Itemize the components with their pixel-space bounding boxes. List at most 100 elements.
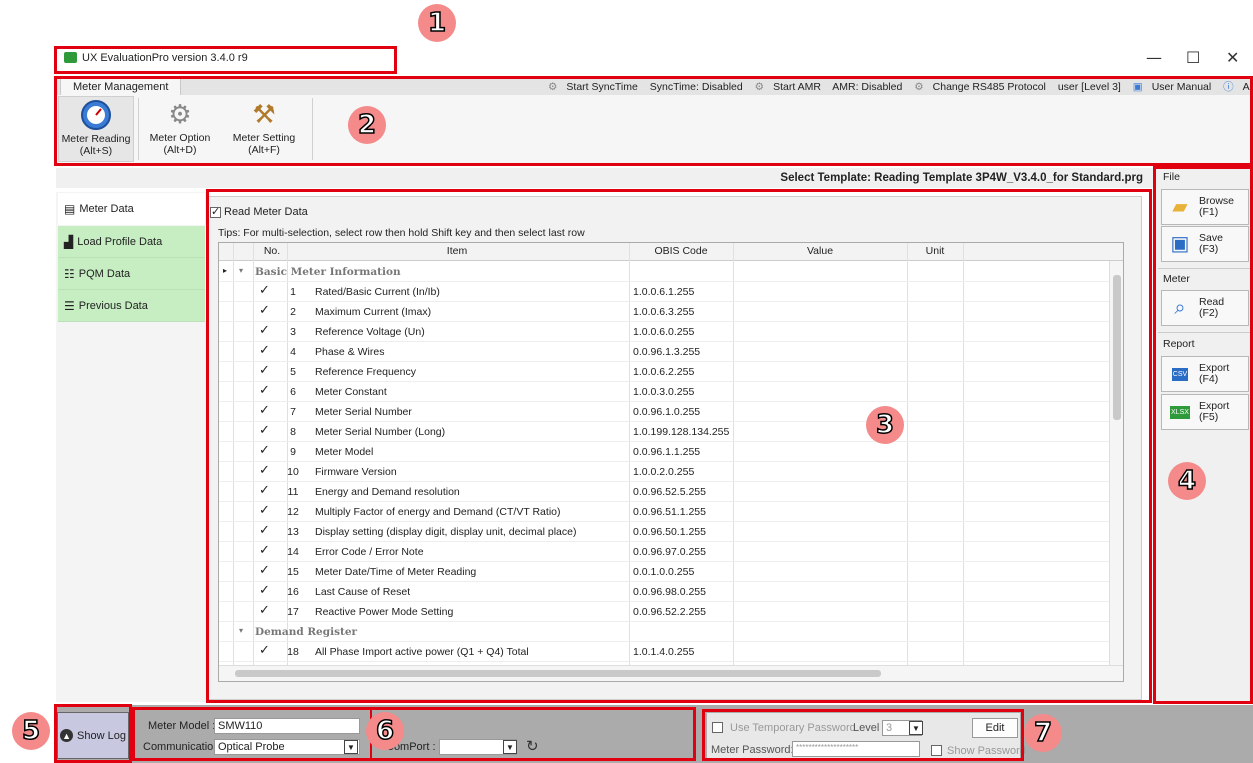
row-checkbox[interactable]: ✓ xyxy=(259,643,270,658)
table-row[interactable]: ✓ 15 Meter Date/Time of Meter Reading 0.0.1… xyxy=(219,562,1123,582)
row-item: Phase & Wires xyxy=(315,346,385,358)
row-item: Meter Serial Number xyxy=(315,406,412,418)
use-temp-password-checkbox[interactable] xyxy=(712,722,726,736)
refresh-icon[interactable]: ↻ xyxy=(526,737,539,755)
col-header-value[interactable]: Value xyxy=(733,245,907,257)
change-rs485-button[interactable]: Change RS485 Protocol xyxy=(933,81,1046,93)
col-header-obis[interactable]: OBIS Code xyxy=(629,245,733,257)
chevron-down-icon[interactable]: ▼ xyxy=(909,721,923,735)
vertical-scroll-thumb[interactable] xyxy=(1113,275,1121,420)
horizontal-scroll-thumb[interactable] xyxy=(235,670,881,677)
row-number: 12 xyxy=(287,506,299,518)
meter-setting-button[interactable]: ⚒ Meter Setting (Alt+F) xyxy=(226,96,302,162)
meter-reading-button[interactable]: Meter Reading (Alt+S) xyxy=(58,96,134,162)
horizontal-scrollbar[interactable] xyxy=(219,665,1123,681)
table-row[interactable]: ✓ 14 Error Code / Error Note 0.0.96.97.0.25… xyxy=(219,542,1123,562)
nav-item-meter-data[interactable]: ▤ Meter Data xyxy=(58,193,205,225)
export-xlsx-button[interactable]: XLSX Export (F5) xyxy=(1161,394,1249,430)
collapse-icon[interactable]: ▾ xyxy=(239,626,243,635)
chevron-down-icon[interactable]: ▼ xyxy=(503,740,517,754)
save-button[interactable]: ▣ Save (F3) xyxy=(1161,226,1249,262)
read-meter-data-checkbox[interactable] xyxy=(210,205,221,218)
table-row[interactable]: ✓ 13 Display setting (display digit, displ… xyxy=(219,522,1123,542)
group-row[interactable]: ▸ ▾ Basic Meter Information xyxy=(219,262,1123,282)
table-row[interactable]: ✓ 3 Reference Voltage (Un) 1.0.0.6.0.255 xyxy=(219,322,1123,342)
col-header-item[interactable]: Item xyxy=(287,245,627,257)
row-checkbox[interactable]: ✓ xyxy=(259,463,270,478)
read-button[interactable]: ⌕ Read (F2) xyxy=(1161,290,1249,326)
row-checkbox[interactable]: ✓ xyxy=(259,343,270,358)
row-checkbox[interactable]: ✓ xyxy=(259,503,270,518)
maximize-button[interactable]: ☐ xyxy=(1186,48,1200,67)
table-row[interactable]: ✓ 1 Rated/Basic Current (In/Ib) 1.0.0.6.1.2… xyxy=(219,282,1123,302)
browse-button[interactable]: ▰ Browse (F1) xyxy=(1161,189,1249,225)
row-checkbox[interactable]: ✓ xyxy=(259,563,270,578)
browse-shortcut: (F1) xyxy=(1199,206,1219,218)
xlsx-file-icon: XLSX xyxy=(1165,398,1195,426)
col-header-no[interactable]: No. xyxy=(257,245,287,257)
table-row[interactable]: ✓ 16 Last Cause of Reset 0.0.96.98.0.255 xyxy=(219,582,1123,602)
minimize-button[interactable]: — xyxy=(1146,48,1162,67)
communication-select[interactable]: Optical Probe xyxy=(214,739,360,755)
start-amr-button[interactable]: Start AMR xyxy=(773,81,821,93)
current-row-indicator-icon: ▸ xyxy=(223,266,228,275)
table-row[interactable]: ✓ 10 Firmware Version 1.0.0.2.0.255 xyxy=(219,462,1123,482)
meter-setting-label: Meter Setting xyxy=(232,132,296,144)
row-checkbox[interactable]: ✓ xyxy=(259,443,270,458)
start-synctime-button[interactable]: Start SyncTime xyxy=(566,81,637,93)
row-number: 14 xyxy=(287,546,299,558)
table-row[interactable]: ✓ 12 Multiply Factor of energy and Demand … xyxy=(219,502,1123,522)
nav-item-pqm-data[interactable]: ☷ PQM Data xyxy=(58,258,205,290)
show-log-label: Show Log xyxy=(77,729,126,742)
row-checkbox[interactable]: ✓ xyxy=(259,383,270,398)
show-log-button[interactable]: ▲ Show Log xyxy=(57,712,129,759)
table-row[interactable]: ✓ 17 Reactive Power Mode Setting 0.0.96.52.… xyxy=(219,602,1123,622)
meter-option-button[interactable]: ⚙ Meter Option (Alt+D) xyxy=(142,96,218,162)
row-checkbox[interactable]: ✓ xyxy=(259,483,270,498)
row-obis-code: 0.0.96.51.1.255 xyxy=(633,506,706,518)
row-checkbox[interactable]: ✓ xyxy=(259,363,270,378)
table-row[interactable]: ✓ 8 Meter Serial Number (Long) 1.0.199.128.… xyxy=(219,422,1123,442)
report-group-title: Report xyxy=(1163,338,1195,350)
table-row[interactable]: ✓ 18 All Phase Import active power (Q1 + Q… xyxy=(219,642,1123,662)
gears-icon: ⚙ xyxy=(168,99,192,129)
col-header-unit[interactable]: Unit xyxy=(907,245,963,257)
meter-model-field[interactable]: SMW110 xyxy=(214,718,360,734)
nav-item-load-profile[interactable]: ▟ Load Profile Data xyxy=(58,226,205,258)
manual-icon: ▣ xyxy=(1132,81,1143,93)
group-row[interactable]: ▾ Demand Register xyxy=(219,622,1123,642)
table-row[interactable]: ✓ 7 Meter Serial Number 0.0.96.1.0.255 xyxy=(219,402,1123,422)
read-meter-data-row[interactable]: Read Meter Data xyxy=(210,205,308,218)
row-item: Maximum Current (Imax) xyxy=(315,306,432,318)
nav-item-previous-data[interactable]: ☰ Previous Data xyxy=(58,290,205,322)
row-checkbox[interactable]: ✓ xyxy=(259,403,270,418)
chevron-down-icon[interactable]: ▼ xyxy=(344,740,358,754)
row-checkbox[interactable]: ✓ xyxy=(259,283,270,298)
row-checkbox[interactable]: ✓ xyxy=(259,303,270,318)
table-row[interactable]: ✓ 11 Energy and Demand resolution 0.0.96.52… xyxy=(219,482,1123,502)
show-password-checkbox[interactable] xyxy=(931,745,945,759)
collapse-icon[interactable]: ▾ xyxy=(239,266,243,275)
row-item: Meter Constant xyxy=(315,386,387,398)
meter-data-grid[interactable]: No. Item OBIS Code Value Unit ▸ ▾ Basic Me… xyxy=(218,242,1124,682)
row-checkbox[interactable]: ✓ xyxy=(259,423,270,438)
user-manual-button[interactable]: User Manual xyxy=(1152,81,1212,93)
table-row[interactable]: ✓ 5 Reference Frequency 1.0.0.6.2.255 xyxy=(219,362,1123,382)
meter-password-field[interactable]: ******************** xyxy=(792,741,920,757)
vertical-scrollbar[interactable] xyxy=(1109,261,1123,665)
edit-button[interactable]: Edit xyxy=(972,718,1018,738)
row-checkbox[interactable]: ✓ xyxy=(259,523,270,538)
row-number: 11 xyxy=(287,486,299,498)
table-row[interactable]: ✓ 4 Phase & Wires 0.0.96.1.3.255 xyxy=(219,342,1123,362)
export-csv-button[interactable]: CSV Export (F4) xyxy=(1161,356,1249,392)
table-row[interactable]: ✓ 2 Maximum Current (Imax) 1.0.0.6.3.255 xyxy=(219,302,1123,322)
row-checkbox[interactable]: ✓ xyxy=(259,323,270,338)
row-checkbox[interactable]: ✓ xyxy=(259,543,270,558)
row-checkbox[interactable]: ✓ xyxy=(259,603,270,618)
table-row[interactable]: ✓ 6 Meter Constant 1.0.0.3.0.255 xyxy=(219,382,1123,402)
close-button[interactable]: ✕ xyxy=(1226,48,1239,67)
about-button[interactable]: About xyxy=(1243,81,1253,93)
table-row[interactable]: ✓ 9 Meter Model 0.0.96.1.1.255 xyxy=(219,442,1123,462)
tab-meter-management[interactable]: Meter Management xyxy=(60,78,182,96)
row-checkbox[interactable]: ✓ xyxy=(259,583,270,598)
